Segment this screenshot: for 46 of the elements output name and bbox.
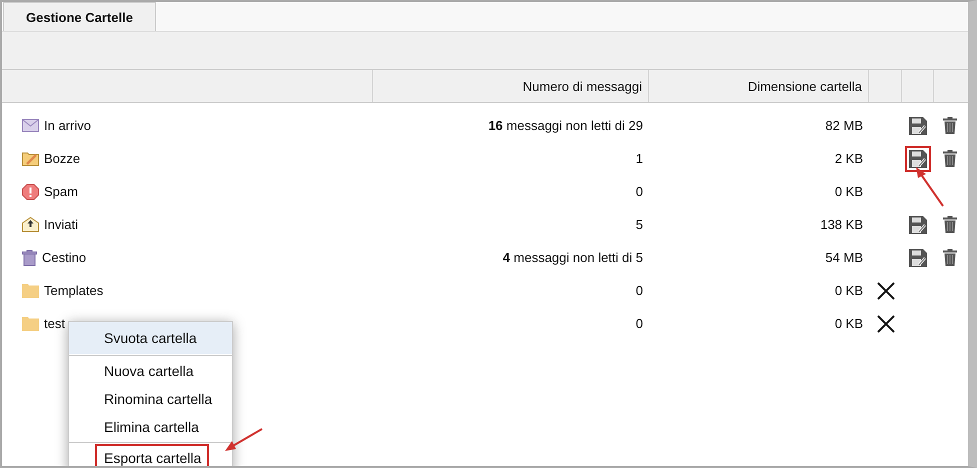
delete-button[interactable] xyxy=(941,148,959,169)
folder-size: 2 KB xyxy=(834,151,863,166)
message-count: 5 xyxy=(636,217,643,232)
menu-item[interactable]: Rinomina cartella xyxy=(95,385,220,413)
folder-size: 82 MB xyxy=(825,118,863,133)
remove-button[interactable] xyxy=(874,280,896,302)
delete-button[interactable] xyxy=(941,214,959,235)
save-button[interactable] xyxy=(907,246,929,268)
folder-name[interactable]: In arrivo xyxy=(44,118,91,133)
folder-name[interactable]: Templates xyxy=(44,283,104,298)
folder-size: 0 KB xyxy=(834,184,863,199)
menu-item[interactable]: Nuova cartella xyxy=(95,357,202,385)
message-count: 4 messaggi non letti di 5 xyxy=(502,250,643,265)
folder-icon xyxy=(22,284,39,298)
folder-size: 0 KB xyxy=(834,283,863,298)
folder-name[interactable]: Inviati xyxy=(44,217,78,232)
save-button[interactable] xyxy=(907,214,929,236)
folder-size: 138 KB xyxy=(820,217,863,232)
menu-item[interactable]: Svuota cartella xyxy=(69,322,232,354)
folder-name[interactable]: Bozze xyxy=(44,151,80,166)
delete-button[interactable] xyxy=(941,115,959,136)
column-header: Dimensione cartella xyxy=(748,78,862,94)
envelope-icon xyxy=(22,119,39,132)
menu-item[interactable]: Esporta cartella xyxy=(95,444,210,466)
folder-name[interactable]: Spam xyxy=(44,184,78,199)
message-count: 1 xyxy=(636,151,643,166)
tab[interactable]: Gestione Cartelle xyxy=(3,2,156,31)
delete-button[interactable] xyxy=(941,247,959,268)
menu-item[interactable]: Elimina cartella xyxy=(95,413,207,441)
folder-size: 0 KB xyxy=(834,316,863,331)
envelope-arrow-icon xyxy=(22,217,39,232)
message-count: 0 xyxy=(636,316,643,331)
folder-name[interactable]: Cestino xyxy=(42,250,86,265)
folder-pencil-icon xyxy=(22,151,39,166)
warning-octagon-icon xyxy=(22,184,39,200)
folder-size: 54 MB xyxy=(825,250,863,265)
folder-icon xyxy=(22,316,39,330)
message-count: 0 xyxy=(636,184,643,199)
annotation-arrow xyxy=(224,427,264,453)
folder-name[interactable]: test xyxy=(44,316,65,331)
remove-button[interactable] xyxy=(874,312,896,334)
save-button[interactable] xyxy=(907,114,929,136)
column-header: Numero di messaggi xyxy=(522,78,642,94)
trash-icon xyxy=(22,250,37,266)
message-count: 16 messaggi non letti di 29 xyxy=(488,118,643,133)
message-count: 0 xyxy=(636,283,643,298)
